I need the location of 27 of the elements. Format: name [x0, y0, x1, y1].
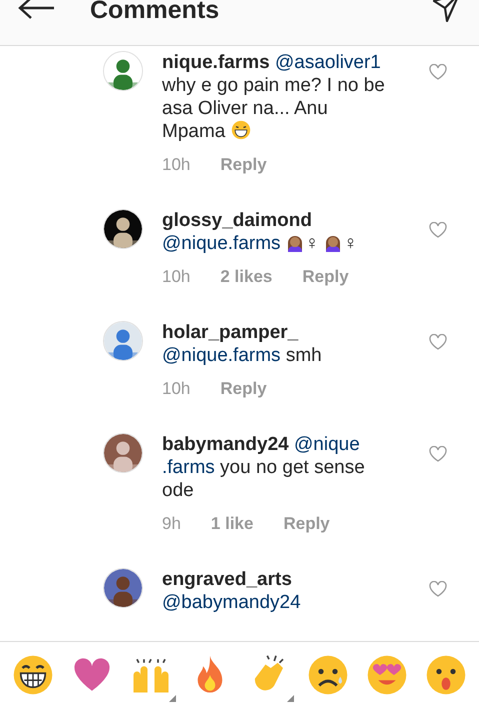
comment-text: nique.farms @asaoliver1 why e go pain me? I no be asa Oliver na... Anu Mpama	[162, 51, 386, 143]
likes-link[interactable]: 2 likes	[220, 266, 272, 288]
heart-eyes-face-icon[interactable]	[366, 654, 408, 696]
comment-text: babymandy24 @nique .farms you no get sense ode	[162, 433, 366, 502]
timestamp: 9h	[162, 513, 181, 535]
like-heart-icon[interactable]	[429, 334, 447, 350]
like-heart-icon[interactable]	[429, 581, 447, 597]
reply-link[interactable]: Reply	[220, 378, 267, 400]
reply-link[interactable]: Reply	[283, 513, 330, 535]
like-heart-icon[interactable]	[429, 446, 447, 462]
like-heart-icon[interactable]	[429, 64, 447, 80]
reply-link[interactable]: Reply	[302, 266, 349, 288]
timestamp: 10h	[162, 154, 190, 176]
timestamp: 10h	[162, 266, 190, 288]
comment-text: glossy_daimond @nique.farms ♀ ♀	[162, 209, 359, 255]
comment-text: engraved_arts @babymandy24	[162, 568, 302, 614]
comment-text: holar_pamper_ @nique.farms smh	[162, 321, 323, 367]
surprised-face-icon[interactable]	[424, 654, 467, 696]
back-arrow-icon[interactable]	[18, 0, 56, 22]
laughing-face-icon[interactable]	[12, 654, 54, 696]
laughing-face-icon	[230, 120, 251, 140]
sad-face-icon[interactable]	[306, 654, 349, 696]
like-heart-icon[interactable]	[429, 222, 447, 238]
reply-link[interactable]: Reply	[220, 154, 267, 176]
timestamp: 10h	[162, 378, 190, 400]
page-title: Comments	[90, 0, 220, 23]
likes-link[interactable]: 1 like	[210, 513, 254, 535]
